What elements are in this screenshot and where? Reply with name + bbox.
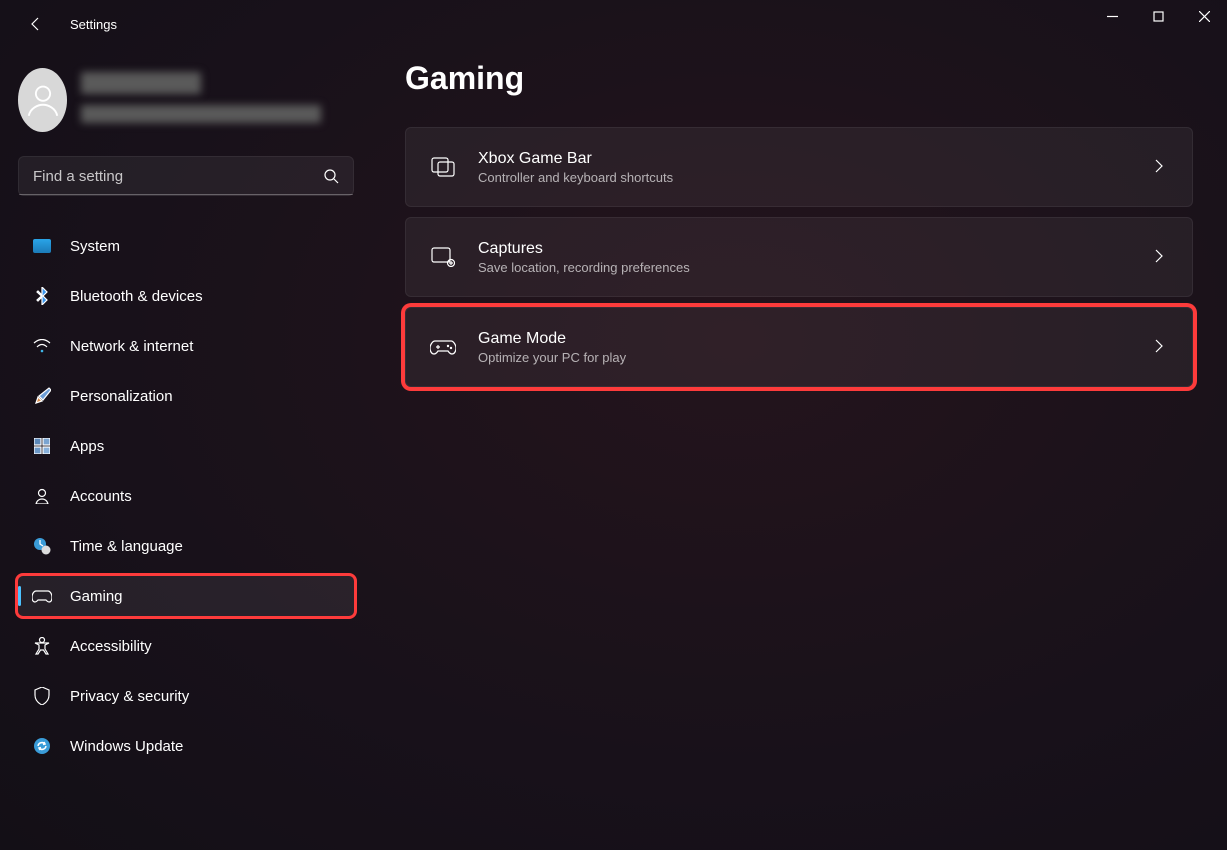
close-button[interactable] xyxy=(1181,0,1227,32)
page-title: Gaming xyxy=(405,60,1197,97)
card-subtitle: Optimize your PC for play xyxy=(478,350,1152,365)
main-panel: Gaming Xbox Game Bar Controller and keyb… xyxy=(405,60,1197,387)
sidebar-item-label: Gaming xyxy=(70,588,123,605)
sidebar-item-label: Accounts xyxy=(70,488,132,505)
settings-cards: Xbox Game Bar Controller and keyboard sh… xyxy=(405,127,1197,387)
card-title: Captures xyxy=(478,240,1152,258)
sidebar-item-windows-update[interactable]: Windows Update xyxy=(18,726,354,766)
wifi-icon xyxy=(32,336,52,356)
shield-icon xyxy=(32,686,52,706)
gamebar-icon xyxy=(430,154,456,180)
sidebar-item-accounts[interactable]: Accounts xyxy=(18,476,354,516)
update-icon xyxy=(32,736,52,756)
card-title: Game Mode xyxy=(478,330,1152,348)
monitor-icon xyxy=(32,236,52,256)
avatar xyxy=(18,68,67,132)
sidebar-item-label: Privacy & security xyxy=(70,688,189,705)
apps-icon xyxy=(32,436,52,456)
sidebar-item-accessibility[interactable]: Accessibility xyxy=(18,626,354,666)
sidebar-item-network[interactable]: Network & internet xyxy=(18,326,354,366)
gamemode-icon xyxy=(430,334,456,360)
nav-list: System Bluetooth & devices Network & int… xyxy=(18,226,354,766)
sidebar-item-label: Personalization xyxy=(70,388,173,405)
user-info xyxy=(81,72,362,128)
paintbrush-icon xyxy=(32,386,52,406)
sidebar-item-label: Bluetooth & devices xyxy=(70,288,203,305)
sidebar-item-bluetooth[interactable]: Bluetooth & devices xyxy=(18,276,354,316)
search-input[interactable] xyxy=(33,168,323,185)
card-xbox-game-bar[interactable]: Xbox Game Bar Controller and keyboard sh… xyxy=(405,127,1193,207)
app-title: Settings xyxy=(70,17,117,32)
captures-icon xyxy=(430,244,456,270)
sidebar-item-label: Apps xyxy=(70,438,104,455)
user-profile[interactable] xyxy=(18,68,362,132)
gamepad-icon xyxy=(32,586,52,606)
sidebar-item-gaming[interactable]: Gaming xyxy=(18,576,354,616)
sidebar-item-time-language[interactable]: Time & language xyxy=(18,526,354,566)
accessibility-icon xyxy=(32,636,52,656)
window-controls xyxy=(1089,0,1227,32)
chevron-right-icon xyxy=(1152,159,1168,175)
sidebar-item-label: System xyxy=(70,238,120,255)
card-captures[interactable]: Captures Save location, recording prefer… xyxy=(405,217,1193,297)
sidebar-item-system[interactable]: System xyxy=(18,226,354,266)
sidebar-item-label: Network & internet xyxy=(70,338,193,355)
sidebar-item-label: Time & language xyxy=(70,538,183,555)
sidebar-item-label: Accessibility xyxy=(70,638,152,655)
card-game-mode[interactable]: Game Mode Optimize your PC for play xyxy=(405,307,1193,387)
search-box[interactable] xyxy=(18,156,354,196)
titlebar: Settings xyxy=(0,0,1227,48)
minimize-button[interactable] xyxy=(1089,0,1135,32)
chevron-right-icon xyxy=(1152,249,1168,265)
bluetooth-icon xyxy=(32,286,52,306)
card-subtitle: Controller and keyboard shortcuts xyxy=(478,170,1152,185)
sidebar-item-label: Windows Update xyxy=(70,738,183,755)
back-button[interactable] xyxy=(16,4,56,44)
search-icon xyxy=(323,168,339,184)
person-icon xyxy=(32,486,52,506)
sidebar: System Bluetooth & devices Network & int… xyxy=(0,60,380,776)
chevron-right-icon xyxy=(1152,339,1168,355)
sidebar-item-personalization[interactable]: Personalization xyxy=(18,376,354,416)
card-subtitle: Save location, recording preferences xyxy=(478,260,1152,275)
sidebar-item-privacy-security[interactable]: Privacy & security xyxy=(18,676,354,716)
sidebar-item-apps[interactable]: Apps xyxy=(18,426,354,466)
clock-globe-icon xyxy=(32,536,52,556)
card-title: Xbox Game Bar xyxy=(478,150,1152,168)
maximize-button[interactable] xyxy=(1135,0,1181,32)
